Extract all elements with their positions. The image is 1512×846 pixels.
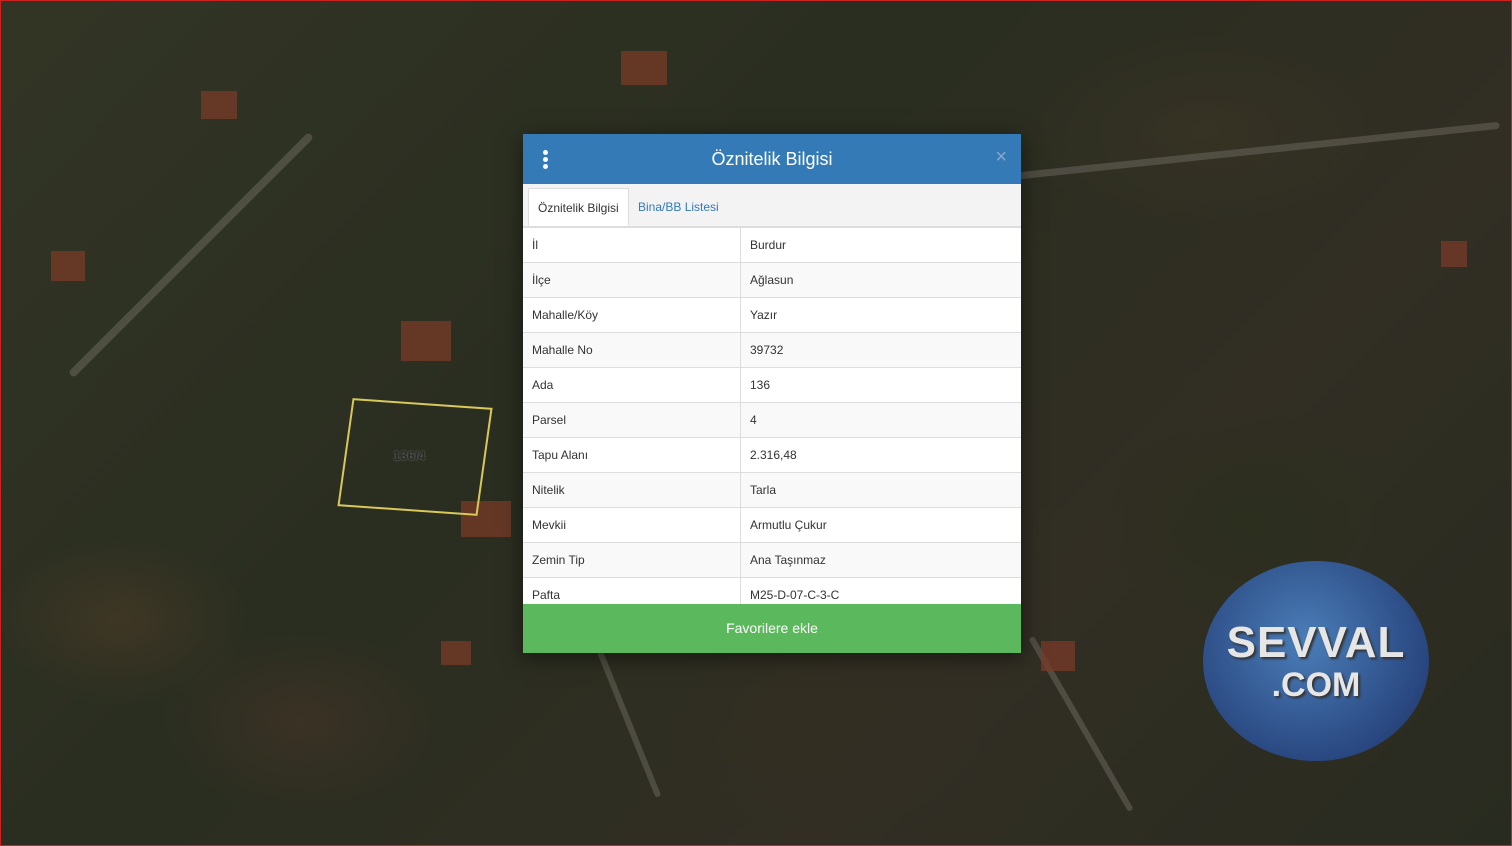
close-icon[interactable]: ×	[995, 147, 1007, 167]
row-value: Ağlasun	[750, 273, 794, 287]
row-key: Zemin Tip	[523, 543, 741, 577]
attribute-table: İl Burdur İlçe Ağlasun Mahalle/Köy Yazır Ma…	[523, 227, 1021, 613]
row-value: Armutlu Çukur	[750, 518, 827, 532]
watermark-logo: SEVVAL .COM	[1203, 561, 1429, 761]
table-row: Nitelik Tarla	[523, 473, 1021, 508]
dialog-header: Öznitelik Bilgisi ×	[523, 134, 1021, 184]
row-value: 136	[750, 378, 771, 392]
row-value: Ana Taşınmaz	[750, 553, 826, 567]
row-value: Yazır	[750, 308, 778, 322]
dialog-title: Öznitelik Bilgisi	[711, 148, 833, 169]
watermark-bottom: .COM	[1271, 665, 1361, 704]
table-row: Ada 136	[523, 368, 1021, 403]
row-key: Tapu Alanı	[523, 438, 741, 472]
table-row: İl Burdur	[523, 228, 1021, 263]
parcel-label: 136/4	[393, 448, 426, 463]
kebab-menu-icon[interactable]	[543, 150, 549, 169]
attribute-dialog: Öznitelik Bilgisi × Öznitelik Bilgisi Bi…	[523, 134, 1021, 653]
table-row: Zemin Tip Ana Taşınmaz	[523, 543, 1021, 578]
table-row: İlçe Ağlasun	[523, 263, 1021, 298]
tab-bar: Öznitelik Bilgisi Bina/BB Listesi	[523, 184, 1021, 227]
row-key: Mahalle No	[523, 333, 741, 367]
row-value: 4	[750, 413, 757, 427]
row-key: Parsel	[523, 403, 741, 437]
row-key: Nitelik	[523, 473, 741, 507]
add-to-favorites-button[interactable]: Favorilere ekle	[523, 604, 1021, 653]
row-value: Burdur	[750, 238, 787, 252]
row-key: Mevkii	[523, 508, 741, 542]
row-value: Tarla	[750, 483, 777, 497]
row-key: İl	[523, 228, 741, 262]
watermark-top: SEVVAL	[1226, 617, 1406, 667]
table-row: Tapu Alanı 2.316,48	[523, 438, 1021, 473]
row-key: Ada	[523, 368, 741, 402]
row-value: 2.316,48	[750, 448, 797, 462]
tab-attribute-info[interactable]: Öznitelik Bilgisi	[528, 188, 629, 226]
table-row: Mahalle No 39732	[523, 333, 1021, 368]
row-key: Mahalle/Köy	[523, 298, 741, 332]
table-row: Mahalle/Köy Yazır	[523, 298, 1021, 333]
table-row: Mevkii Armutlu Çukur	[523, 508, 1021, 543]
row-key: İlçe	[523, 263, 741, 297]
tab-building-list[interactable]: Bina/BB Listesi	[629, 188, 728, 226]
table-row: Parsel 4	[523, 403, 1021, 438]
row-value: 39732	[750, 343, 784, 357]
